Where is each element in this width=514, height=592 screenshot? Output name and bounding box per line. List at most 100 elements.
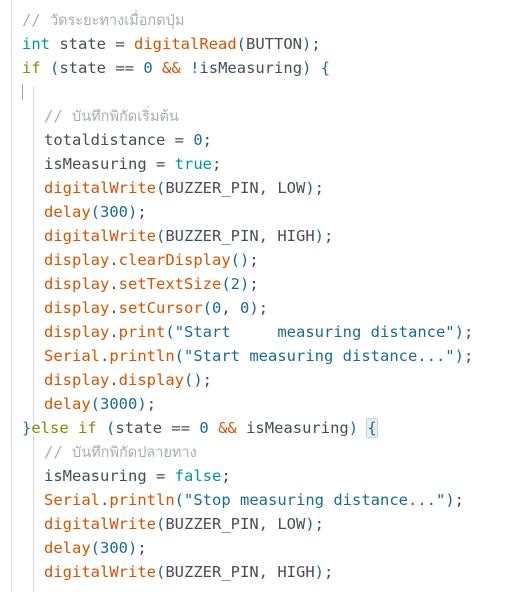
token-cmt: //: [22, 11, 50, 29]
token-punc: (: [90, 203, 101, 221]
token-punc: (: [165, 323, 175, 341]
token-op: .: [109, 299, 119, 317]
code-line[interactable]: // บันทึกพิกัดเริ่มต้น: [0, 104, 514, 128]
token-op: ,: [258, 515, 278, 533]
token-op: .: [109, 275, 119, 293]
code-line[interactable]: Serial.println("Start measuring distance…: [0, 344, 514, 368]
token-op: .: [109, 371, 119, 389]
token-num: 0: [193, 131, 203, 149]
token-punc: ): [128, 203, 138, 221]
token-punc: ): [305, 515, 315, 533]
code-line[interactable]: display.setTextSize(2);: [0, 272, 514, 296]
token-punc: ): [302, 59, 312, 77]
token-semi: ;: [464, 323, 474, 341]
code-line[interactable]: display.display();: [0, 368, 514, 392]
token-punc: ): [137, 395, 147, 413]
code-line[interactable]: delay(300);: [0, 200, 514, 224]
token-num: 0: [240, 299, 250, 317]
token-num: 300: [100, 539, 129, 557]
code-editor[interactable]: // วัดระยะทางเมื่อกดปุ่ม int state = digi…: [0, 0, 514, 592]
token-punc: (: [155, 515, 166, 533]
token-cmt: วัดระยะทางเมื่อกดปุ่ม: [50, 13, 185, 29]
code-line[interactable]: // วัดระยะทางเมื่อกดปุ่ม: [0, 8, 514, 32]
code-line[interactable]: // บันทึกพิกัดปลายทาง: [0, 440, 514, 464]
code-line[interactable]: int state = digitalRead(BUTTON);: [0, 32, 514, 56]
code-line[interactable]: digitalWrite(BUZZER_PIN, HIGH);: [0, 224, 514, 248]
token-op: .: [109, 323, 119, 341]
token-punc: ): [249, 299, 259, 317]
code-line[interactable]: display.print("Start measuring distance"…: [0, 320, 514, 344]
token-fn: clearDisplay: [118, 251, 231, 269]
code-line[interactable]: Serial.println("Stop measuring distance.…: [0, 488, 514, 512]
code-line[interactable]: [0, 80, 514, 104]
token-punc: ): [240, 275, 250, 293]
token-obj: display: [44, 251, 110, 269]
code-line[interactable]: display.setCursor(0, 0);: [0, 296, 514, 320]
token-obj: display: [44, 371, 110, 389]
token-ident: BUTTON: [246, 35, 303, 53]
token-op: ,: [221, 299, 241, 317]
token-punc: ): [314, 563, 324, 581]
token-semi: ;: [454, 491, 464, 509]
code-line[interactable]: digitalWrite(BUZZER_PIN, LOW);: [0, 512, 514, 536]
token-ident: isMeasuring: [44, 467, 147, 485]
token-fn: setCursor: [118, 299, 203, 317]
token-punc: (: [174, 491, 185, 509]
token-op: .: [100, 347, 110, 365]
token-num: 0: [143, 59, 153, 77]
token-str: "Stop measuring distance...": [184, 491, 446, 509]
code-line[interactable]: totaldistance = 0;: [0, 128, 514, 152]
token-str: "Start measuring distance": [174, 323, 455, 341]
code-line[interactable]: }else if (state == 0 && isMeasuring) {: [0, 416, 514, 440]
token-cmt: บันทึกพิกัดเริ่มต้น: [72, 109, 179, 125]
code-line[interactable]: delay(300);: [0, 536, 514, 560]
token-punc: (: [155, 227, 166, 245]
code-line[interactable]: display.clearDisplay();: [0, 248, 514, 272]
token-num: 2: [230, 275, 241, 293]
token-kw: if: [22, 59, 41, 77]
token-punc: ): [445, 491, 455, 509]
token-fn: digitalWrite: [44, 179, 156, 197]
token-op: [97, 419, 106, 437]
token-fn: print: [118, 323, 166, 341]
token-punc: (: [50, 59, 60, 77]
token-fn: digitalWrite: [44, 515, 156, 533]
token-semi: ;: [202, 371, 213, 389]
code-lines[interactable]: // วัดระยะทางเมื่อกดปุ่ม int state = digi…: [0, 8, 514, 584]
token-op: [69, 419, 78, 437]
code-line[interactable]: isMeasuring = false;: [0, 464, 514, 488]
token-punc: (: [155, 179, 166, 197]
token-punc: ): [128, 539, 138, 557]
token-ident: totaldistance: [44, 131, 166, 149]
token-punc: ): [454, 347, 464, 365]
token-obj: display: [44, 275, 110, 293]
token-op: [125, 35, 134, 53]
code-line[interactable]: delay(3000);: [0, 392, 514, 416]
token-fn: setTextSize: [118, 275, 222, 293]
token-ident: BUZZER_PIN: [165, 515, 259, 533]
token-fn: println: [109, 491, 175, 509]
code-line[interactable]: digitalWrite(BUZZER_PIN, LOW);: [0, 176, 514, 200]
token-punc: ): [454, 323, 464, 341]
token-semi: ;: [146, 395, 157, 413]
token-num: 0: [212, 299, 222, 317]
code-line[interactable]: isMeasuring = true;: [0, 152, 514, 176]
token-punc: !: [190, 59, 200, 77]
token-punc: ): [302, 35, 312, 53]
token-punc: (: [155, 563, 166, 581]
token-obj: display: [44, 323, 110, 341]
token-op: ==: [162, 419, 200, 437]
token-ident: state: [115, 419, 163, 437]
token-punc: (: [90, 395, 101, 413]
token-op: [181, 59, 190, 77]
code-line[interactable]: if (state == 0 && !isMeasuring) {: [0, 56, 514, 80]
token-ident: BUZZER_PIN: [165, 227, 259, 245]
token-num: 300: [100, 203, 129, 221]
token-semi: ;: [137, 539, 147, 557]
token-kw: if: [78, 419, 97, 437]
token-fn: delay: [44, 203, 91, 221]
code-line[interactable]: digitalWrite(BUZZER_PIN, HIGH);: [0, 560, 514, 584]
token-ident: isMeasuring: [246, 419, 349, 437]
token-const: true: [174, 155, 212, 173]
token-cmt: //: [44, 107, 72, 125]
